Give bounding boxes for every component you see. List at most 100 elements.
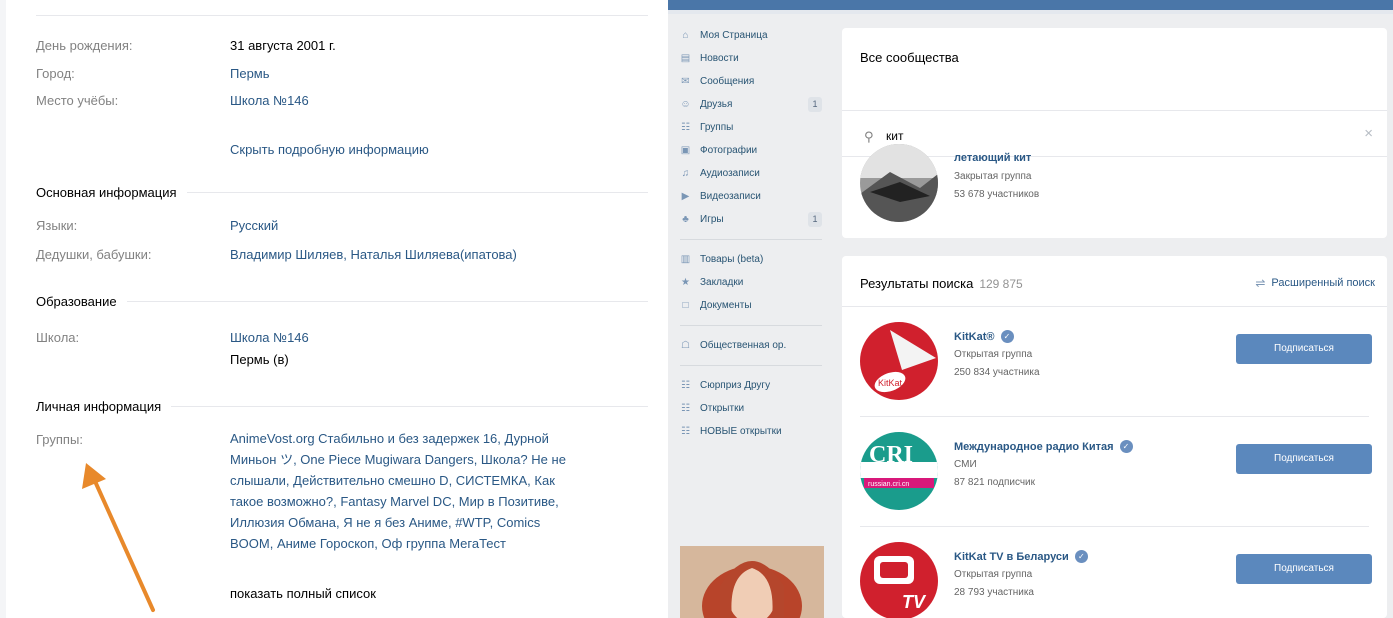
panel-edge [0, 0, 6, 618]
user-photo[interactable] [680, 546, 824, 618]
nav-item-label[interactable]: Группы [700, 122, 733, 133]
nav-item[interactable]: ☺ Друзья 1 [668, 93, 834, 116]
nav-item-label[interactable]: Фотографии [700, 145, 757, 156]
subscribe-button[interactable]: Подписаться [1236, 334, 1372, 364]
nav-item-label[interactable]: Открытки [700, 403, 744, 414]
subscribe-button[interactable]: Подписаться [1236, 444, 1372, 474]
result-name-text[interactable]: KitKat® [954, 331, 995, 343]
subscribe-button[interactable]: Подписаться [1236, 554, 1372, 584]
nav-item-label[interactable]: Сообщения [700, 76, 754, 87]
nav-item-label[interactable]: Закладки [700, 277, 743, 288]
nav-item[interactable]: ☖ Общественная ор. [668, 334, 834, 357]
section-education: Образование [36, 294, 648, 309]
nav-item-label[interactable]: НОВЫЕ открытки [700, 426, 782, 437]
result-name[interactable]: KitKat TV в Беларуси ✓ [954, 550, 1088, 563]
nav-item[interactable]: ☷ НОВЫЕ открытки [668, 420, 834, 443]
study-link[interactable]: Школа №146 [230, 93, 309, 108]
nav-item-label[interactable]: Аудиозаписи [700, 168, 760, 179]
advanced-search-link[interactable]: ⇌ Расширенный поиск [1255, 276, 1375, 290]
nav-counter-badge: 1 [808, 97, 822, 112]
groups-line[interactable]: Иллюзия Обмана, Я не я без Аниме, #WTP, … [230, 512, 648, 533]
nav-item[interactable]: ▤ Новости [668, 47, 834, 70]
school-label: Школа: [36, 330, 80, 345]
result-item[interactable]: TV KitKat TV в Беларуси ✓ Открытая группа… [860, 542, 1380, 618]
tv-logo-text: TV [902, 592, 927, 612]
nav-item[interactable]: ☷ Сюрприз Другу [668, 374, 834, 397]
hide-details-link[interactable]: Скрыть подробную информацию [230, 142, 429, 157]
result-item[interactable]: KitKat KitKat® ✓ Открытая группа 250 834 … [860, 322, 1380, 402]
groups-line[interactable]: BOOM, Аниме Гороскоп, Оф группа МегаТест [230, 533, 648, 554]
divider [860, 526, 1369, 527]
top-community-entry[interactable]: летающий кит Закрытая группа 53 678 учас… [860, 144, 1380, 224]
messages-icon: ✉ [681, 76, 690, 87]
cri-logo-subtext: russian.cri.cn [868, 481, 909, 488]
nav-item-label[interactable]: Общественная ор. [700, 340, 786, 351]
nav-item-label[interactable]: Видеозаписи [700, 191, 761, 202]
community-type: Закрытая группа [954, 171, 1032, 182]
nav-separator [680, 239, 822, 240]
kitkat-logo-avatar[interactable]: KitKat [860, 322, 938, 400]
community-name[interactable]: летающий кит [954, 152, 1031, 164]
nav-item[interactable]: ⌂ Моя Страница [668, 24, 834, 47]
verified-icon: ✓ [1119, 440, 1133, 453]
filter-icon: ⇌ [1255, 276, 1266, 290]
grandparents-label: Дедушки, бабушки: [36, 247, 152, 262]
city-link[interactable]: Пермь [230, 66, 270, 81]
photo-icon: ▣ [680, 145, 691, 156]
result-members: 250 834 участника [954, 367, 1040, 378]
nav-item[interactable]: ▥ Товары (beta) [668, 248, 834, 271]
star-icon: ★ [681, 277, 690, 288]
nav-item-label[interactable]: Игры [700, 214, 724, 225]
cri-logo-avatar[interactable]: CRI russian.cri.cn [860, 432, 938, 510]
friends-icon: ☺ [680, 99, 691, 110]
divider [860, 416, 1369, 417]
divider [842, 110, 1387, 111]
community-avatar[interactable] [860, 144, 938, 222]
annotation-arrow [82, 463, 155, 612]
close-icon[interactable]: × [1364, 125, 1373, 142]
result-name-text[interactable]: Международное радио Китая [954, 441, 1114, 453]
nav-item-label[interactable]: Документы [700, 300, 752, 311]
nav-item[interactable]: ☷ Открытки [668, 397, 834, 420]
school-link[interactable]: Школа №146 [230, 330, 309, 345]
nav-item-label[interactable]: Сюрприз Другу [700, 380, 770, 391]
nav-item-label[interactable]: Друзья [700, 99, 732, 110]
nav-item[interactable]: ▶ Видеозаписи [668, 185, 834, 208]
app-icon: ☷ [681, 380, 690, 391]
results-count: 129 875 [979, 277, 1023, 291]
result-item[interactable]: CRI russian.cri.cn Международное радио К… [860, 432, 1380, 512]
groups-line[interactable]: такое возможно?, Fantasy Marvel DC, Мир … [230, 491, 648, 512]
grandparents-value[interactable]: Владимир Шиляев, Наталья Шиляева(ипатова… [230, 247, 517, 262]
groups-line[interactable]: AnimeVost.org Стабильно и без задержек 1… [230, 428, 648, 449]
nav-item[interactable]: ★ Закладки [668, 271, 834, 294]
groups-line[interactable]: слышали, Действительно смешно D, СИСТЕМК… [230, 470, 648, 491]
top-divider [36, 15, 648, 16]
games-icon: ♣ [682, 214, 689, 225]
result-name[interactable]: KitKat® ✓ [954, 330, 1014, 343]
nav-item[interactable]: ♫ Аудиозаписи [668, 162, 834, 185]
show-full-list-link[interactable]: показать полный список [230, 586, 376, 601]
nav-item[interactable]: ▣ Фотографии [668, 139, 834, 162]
study-label: Место учёбы: [36, 93, 119, 108]
nav-item[interactable]: ☷ Группы [668, 116, 834, 139]
languages-link[interactable]: Русский [230, 218, 278, 233]
home-icon: ⌂ [682, 30, 689, 41]
profile-details-panel: День рождения: 31 августа 2001 г. Город:… [0, 0, 668, 618]
nav-item[interactable]: ✉ Сообщения [668, 70, 834, 93]
groups-line[interactable]: Миньон ツ, One Piece Mugiwara Dangers, Шк… [230, 449, 648, 470]
nav-counter-badge: 1 [808, 212, 822, 227]
nav-item-label[interactable]: Моя Страница [700, 30, 768, 41]
nav-item[interactable]: □ Документы [668, 294, 834, 317]
advanced-search-label[interactable]: Расширенный поиск [1271, 277, 1375, 289]
birthday-value[interactable]: 31 августа 2001 г. [230, 38, 336, 53]
nav-item-label[interactable]: Новости [700, 53, 739, 64]
section-divider [186, 192, 648, 193]
groups-list[interactable]: AnimeVost.org Стабильно и без задержек 1… [230, 428, 648, 554]
communities-title: Все сообщества [860, 50, 959, 65]
nav-item-label[interactable]: Товары (beta) [700, 254, 763, 265]
result-name[interactable]: Международное радио Китая ✓ [954, 440, 1133, 453]
nav-item[interactable]: ♣ Игры 1 [668, 208, 834, 231]
divider [842, 306, 1387, 307]
kitkat-tv-logo-avatar[interactable]: TV [860, 542, 938, 618]
result-name-text[interactable]: KitKat TV в Беларуси [954, 551, 1069, 563]
